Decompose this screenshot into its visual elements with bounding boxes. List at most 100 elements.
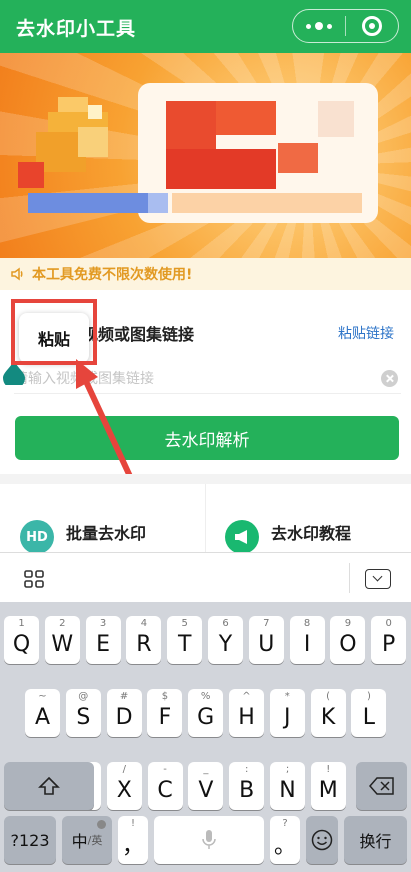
key-label: B bbox=[239, 777, 255, 803]
return-key[interactable]: 换行 bbox=[344, 816, 407, 864]
key-c[interactable]: -C bbox=[147, 762, 183, 810]
comma-key[interactable]: ! ， bbox=[118, 816, 148, 864]
key-label: Y bbox=[218, 631, 233, 657]
key-hint: ! bbox=[326, 764, 331, 775]
key-b[interactable]: :B bbox=[229, 762, 265, 810]
key-label: O bbox=[339, 631, 357, 657]
keyboard: 1Q2W3E4R5T6Y7U8I9O0P ~ A @ S # D $ F% G ^ H * J(K) L … bbox=[0, 602, 411, 872]
key-label: H bbox=[238, 704, 255, 730]
key-w[interactable]: 2W bbox=[44, 616, 80, 664]
key-p[interactable]: 0P bbox=[371, 616, 407, 664]
key-t[interactable]: 5T bbox=[167, 616, 203, 664]
section-gap bbox=[0, 474, 411, 484]
key-label: V bbox=[198, 777, 214, 803]
key-hint: * bbox=[284, 691, 290, 702]
notice-text: 本工具免费不限次数使用! bbox=[32, 267, 193, 283]
key-label: F bbox=[158, 704, 172, 730]
key-hint: : bbox=[245, 764, 249, 775]
key-j[interactable]: * J bbox=[269, 689, 305, 737]
key-label: J bbox=[284, 704, 291, 730]
key-hint: % bbox=[200, 691, 211, 702]
more-options-icon[interactable] bbox=[293, 10, 345, 42]
megaphone-tutorial-icon bbox=[225, 520, 259, 554]
key-v[interactable]: _ V bbox=[188, 762, 224, 810]
key-label: C bbox=[157, 777, 173, 803]
globe-icon bbox=[97, 820, 106, 829]
key-label: K bbox=[320, 704, 336, 730]
grid-icon[interactable] bbox=[24, 570, 44, 588]
key-e[interactable]: 3E bbox=[85, 616, 121, 664]
key-label: G bbox=[197, 704, 215, 730]
feature-tutorial[interactable]: 去水印教程 bbox=[225, 520, 351, 554]
key-x[interactable]: / X bbox=[106, 762, 142, 810]
period-hint: ? bbox=[282, 818, 288, 829]
key-o[interactable]: 9O bbox=[330, 616, 366, 664]
key-hint: ; bbox=[285, 764, 290, 775]
key-hint: ^ bbox=[242, 691, 251, 702]
annotation-arrow-icon bbox=[76, 359, 137, 488]
key-label: N bbox=[279, 777, 296, 803]
clear-input-icon[interactable] bbox=[381, 370, 398, 387]
feature-divider bbox=[205, 484, 206, 552]
key-label: A bbox=[34, 704, 51, 730]
key-hint: ) bbox=[366, 691, 371, 702]
key-a[interactable]: ~ A bbox=[25, 689, 60, 737]
key-k[interactable]: (K bbox=[310, 689, 346, 737]
key-hint: 4 bbox=[140, 618, 148, 629]
period-label: 。 bbox=[273, 834, 296, 859]
key-label: E bbox=[96, 631, 111, 657]
key-d[interactable]: # D bbox=[106, 689, 142, 737]
key-s[interactable]: @ S bbox=[65, 689, 101, 737]
key-m[interactable]: ! M bbox=[310, 762, 346, 810]
shift-key[interactable] bbox=[4, 762, 94, 810]
hd-icon: HD bbox=[20, 520, 54, 554]
language-key[interactable]: 中/英 bbox=[62, 816, 112, 864]
backspace-key[interactable] bbox=[356, 762, 407, 810]
key-g[interactable]: % G bbox=[188, 689, 224, 737]
paste-link-button[interactable]: 粘贴链接 bbox=[338, 323, 394, 343]
emoji-key[interactable] bbox=[306, 816, 338, 864]
speaker-icon bbox=[11, 267, 23, 281]
key-hint: 5 bbox=[181, 618, 188, 629]
key-n[interactable]: ; N bbox=[270, 762, 305, 810]
key-q[interactable]: 1Q bbox=[4, 616, 39, 664]
key-h[interactable]: ^ H bbox=[229, 689, 264, 737]
key-f[interactable]: $ F bbox=[147, 689, 183, 737]
key-y[interactable]: 6Y bbox=[208, 616, 243, 664]
numbers-key[interactable]: ?123 bbox=[4, 816, 56, 864]
collapse-keyboard-icon[interactable] bbox=[365, 569, 391, 589]
key-hint: - bbox=[163, 764, 167, 775]
key-u[interactable]: 7U bbox=[248, 616, 284, 664]
key-hint: 3 bbox=[99, 618, 107, 629]
key-label: M bbox=[318, 777, 338, 803]
emoji-icon bbox=[311, 829, 333, 851]
key-label: P bbox=[382, 631, 396, 657]
key-label: T bbox=[177, 631, 192, 657]
period-key[interactable]: ? 。 bbox=[270, 816, 300, 864]
space-key[interactable] bbox=[154, 816, 264, 864]
toolbar-divider bbox=[349, 563, 350, 593]
app-title: 去水印小工具 bbox=[16, 18, 137, 40]
key-i[interactable]: 8I bbox=[289, 616, 325, 664]
close-miniprogram-icon[interactable] bbox=[346, 10, 398, 42]
key-hint: 7 bbox=[263, 618, 270, 629]
key-l[interactable]: ) L bbox=[351, 689, 387, 737]
feature-batch[interactable]: HD 批量去水印 bbox=[20, 520, 146, 554]
megaphone-icon bbox=[18, 97, 108, 188]
key-hint: 1 bbox=[18, 618, 25, 629]
key-hint: _ bbox=[203, 764, 209, 775]
promo-banner[interactable] bbox=[0, 53, 411, 258]
keyboard-toolbar bbox=[0, 552, 411, 602]
key-r[interactable]: 4R bbox=[126, 616, 162, 664]
app-header: 去水印小工具 bbox=[0, 0, 411, 53]
key-label: D bbox=[115, 704, 133, 730]
key-hint: @ bbox=[78, 691, 89, 702]
feature-tutorial-label: 去水印教程 bbox=[271, 524, 352, 543]
lang-sub: /英 bbox=[87, 834, 103, 847]
key-label: W bbox=[51, 631, 74, 657]
feature-batch-label: 批量去水印 bbox=[66, 524, 147, 543]
key-label: U bbox=[258, 631, 275, 657]
key-hint: 2 bbox=[59, 618, 66, 629]
key-hint: $ bbox=[161, 691, 169, 702]
key-hint: 6 bbox=[222, 618, 229, 629]
